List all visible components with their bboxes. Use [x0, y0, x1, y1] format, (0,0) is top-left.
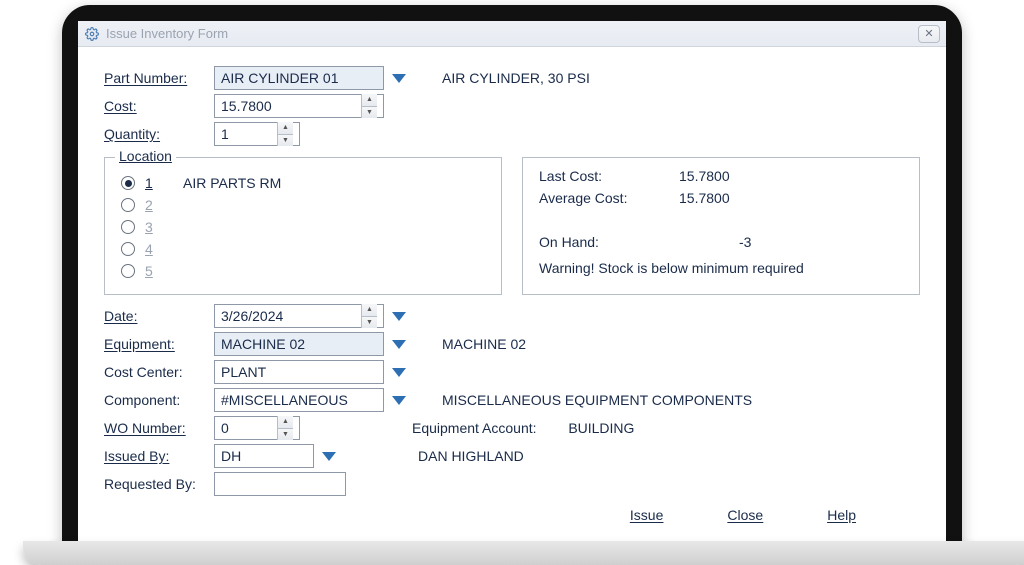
chevron-down-icon[interactable]: [392, 74, 406, 83]
equipment-desc: MACHINE 02: [442, 336, 526, 352]
help-rest: elp: [837, 507, 856, 523]
form-body: Part Number: AIR CYLINDER 01 AIR CYLINDE…: [78, 47, 946, 541]
location-number: 2: [145, 197, 163, 213]
cost-field[interactable]: 15.7800 ▲▼: [214, 94, 384, 118]
issued-by-desc: DAN HIGHLAND: [418, 448, 524, 464]
stock-warning: Warning! Stock is below minimum required: [539, 260, 903, 276]
avg-cost-value: 15.7800: [679, 190, 759, 212]
cost-center-field[interactable]: PLANT: [214, 360, 384, 384]
wo-number-value: 0: [221, 420, 229, 436]
date-label: Date:: [104, 308, 214, 324]
spinner[interactable]: ▲▼: [361, 304, 377, 328]
gear-icon: [84, 26, 100, 42]
part-number-label: Part Number:: [104, 70, 214, 86]
close-rest: ose: [741, 507, 764, 523]
component-value: #MISCELLANEOUS: [221, 392, 348, 408]
titlebar: Issue Inventory Form ✕: [78, 21, 946, 47]
cost-label: Cost:: [104, 98, 214, 114]
avg-cost-label: Average Cost:: [539, 190, 679, 212]
requested-by-field[interactable]: [214, 472, 346, 496]
part-number-value: AIR CYLINDER 01: [221, 70, 338, 86]
chevron-down-icon[interactable]: [322, 452, 336, 461]
cost-value: 15.7800: [221, 98, 272, 114]
equipment-label: Equipment:: [104, 336, 214, 352]
wo-number-field[interactable]: 0 ▲▼: [214, 416, 300, 440]
spinner[interactable]: ▲▼: [277, 122, 293, 146]
location-number: 3: [145, 219, 163, 235]
radio-icon: [121, 220, 135, 234]
quantity-field[interactable]: 1 ▲▼: [214, 122, 300, 146]
date-field[interactable]: 3/26/2024 ▲▼: [214, 304, 384, 328]
spinner[interactable]: ▲▼: [361, 94, 377, 118]
location-option-4[interactable]: 4: [121, 238, 485, 260]
on-hand-label: On Hand:: [539, 234, 679, 256]
cost-info-panel: Last Cost: 15.7800 Average Cost: 15.7800…: [522, 157, 920, 295]
quantity-label: Quantity:: [104, 126, 214, 142]
chevron-down-icon[interactable]: [392, 312, 406, 321]
component-field[interactable]: #MISCELLANEOUS: [214, 388, 384, 412]
location-panel: Location 1AIR PARTS RM2345: [104, 157, 502, 295]
requested-by-label: Requested By:: [104, 476, 214, 492]
location-option-1[interactable]: 1 AIR PARTS RM: [121, 172, 485, 194]
issued-by-field[interactable]: DH: [214, 444, 314, 468]
issue-button[interactable]: Issue: [630, 507, 663, 523]
date-value: 3/26/2024: [221, 308, 283, 324]
location-option-2[interactable]: 2: [121, 194, 485, 216]
last-cost-label: Last Cost:: [539, 168, 679, 190]
equipment-field[interactable]: MACHINE 02: [214, 332, 384, 356]
close-button[interactable]: ✕: [918, 25, 940, 43]
help-button[interactable]: Help: [827, 507, 856, 523]
quantity-value: 1: [221, 126, 229, 142]
cost-center-value: PLANT: [221, 364, 266, 380]
radio-icon: [121, 242, 135, 256]
radio-icon: [121, 264, 135, 278]
location-number: 4: [145, 241, 163, 257]
part-number-desc: AIR CYLINDER, 30 PSI: [442, 70, 590, 86]
equipment-value: MACHINE 02: [221, 336, 305, 352]
window-title: Issue Inventory Form: [106, 26, 918, 41]
equipment-account-label: Equipment Account:: [412, 420, 537, 436]
wo-number-label: WO Number:: [104, 420, 214, 436]
radio-icon: [121, 198, 135, 212]
spinner[interactable]: ▲▼: [277, 416, 293, 440]
last-cost-value: 15.7800: [679, 168, 759, 190]
location-desc: AIR PARTS RM: [183, 175, 281, 191]
laptop-frame: Issue Inventory Form ✕ Part Number: AIR …: [62, 5, 962, 557]
location-option-3[interactable]: 3: [121, 216, 485, 238]
cost-center-label: Cost Center:: [104, 364, 214, 380]
issued-by-value: DH: [221, 448, 241, 464]
chevron-down-icon[interactable]: [392, 340, 406, 349]
part-number-field[interactable]: AIR CYLINDER 01: [214, 66, 384, 90]
issued-by-label: Issued By:: [104, 448, 214, 464]
screen: Issue Inventory Form ✕ Part Number: AIR …: [78, 21, 946, 541]
location-number: 1: [145, 175, 163, 191]
radio-icon: [121, 176, 135, 190]
equipment-account-value: BUILDING: [568, 420, 634, 436]
close-icon: ✕: [924, 27, 933, 40]
on-hand-value: -3: [739, 234, 751, 256]
chevron-down-icon[interactable]: [392, 368, 406, 377]
component-desc: MISCELLANEOUS EQUIPMENT COMPONENTS: [442, 392, 752, 408]
close-button-footer[interactable]: Close: [727, 507, 763, 523]
chevron-down-icon[interactable]: [392, 396, 406, 405]
location-option-5[interactable]: 5: [121, 260, 485, 282]
issue-rest: ssue: [634, 507, 664, 523]
location-number: 5: [145, 263, 163, 279]
laptop-base: [23, 541, 1024, 565]
component-label: Component:: [104, 392, 214, 408]
location-legend: Location: [115, 148, 176, 164]
